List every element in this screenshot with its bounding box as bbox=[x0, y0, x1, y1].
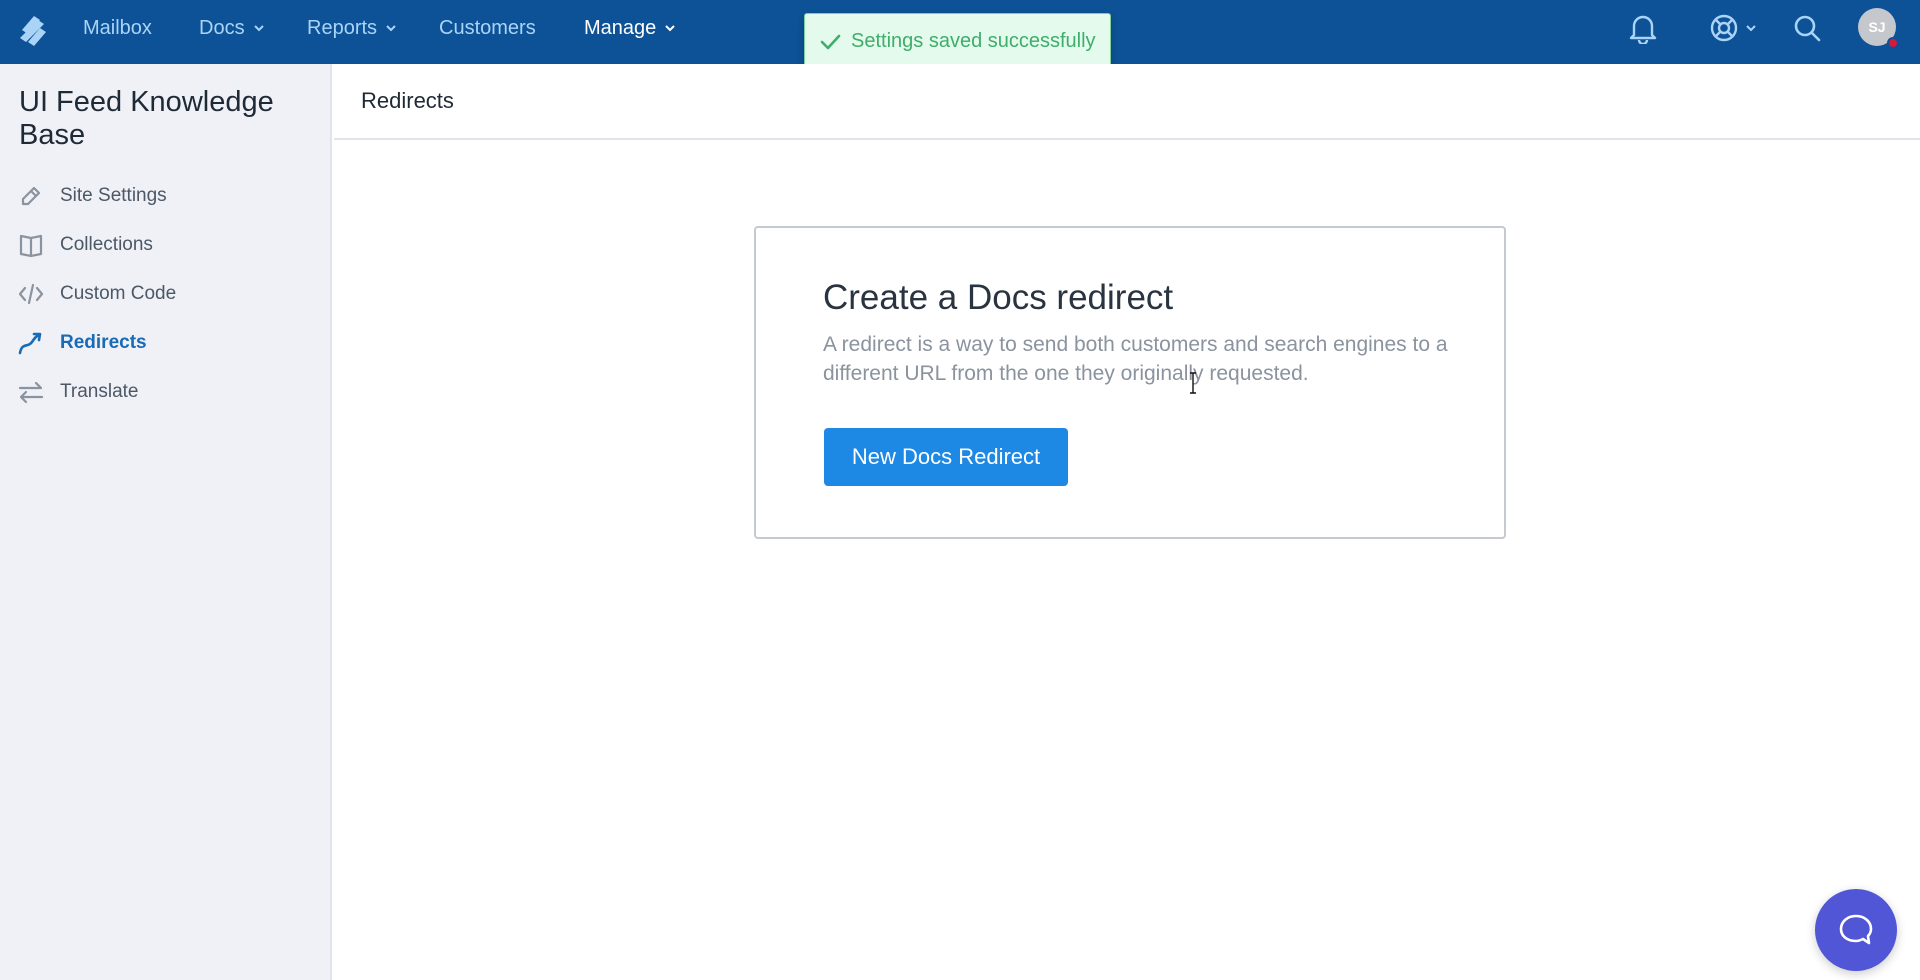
code-icon bbox=[18, 281, 44, 307]
avatar-initials: SJ bbox=[1868, 19, 1886, 35]
nav-customers-label: Customers bbox=[439, 17, 536, 39]
chevron-down-icon bbox=[1746, 25, 1756, 32]
nav-reports[interactable]: Reports bbox=[307, 0, 397, 56]
knowledge-base-title: UI Feed Knowledge Base bbox=[19, 86, 274, 151]
help-menu-button[interactable] bbox=[1709, 10, 1757, 46]
nav-customers[interactable]: Customers bbox=[439, 0, 536, 56]
sidebar-item-custom-code[interactable]: Custom Code bbox=[18, 278, 176, 310]
nav-manage-label: Manage bbox=[584, 17, 657, 39]
page-title: Redirects bbox=[361, 88, 454, 113]
nav-mailbox-label: Mailbox bbox=[83, 17, 152, 39]
check-icon bbox=[820, 34, 841, 49]
chat-bubble-icon bbox=[1839, 914, 1873, 945]
sidebar-item-label: Custom Code bbox=[60, 283, 177, 304]
status-indicator bbox=[1887, 37, 1899, 49]
nav-manage[interactable]: Manage bbox=[584, 0, 676, 56]
sidebar-item-label: Redirects bbox=[60, 332, 147, 353]
sidebar-item-translate[interactable]: Translate bbox=[18, 376, 139, 408]
nav-mailbox[interactable]: Mailbox bbox=[83, 0, 152, 56]
chat-widget-button[interactable] bbox=[1815, 889, 1897, 971]
nav-docs[interactable]: Docs bbox=[199, 0, 265, 56]
chevron-down-icon bbox=[253, 25, 264, 32]
nav-reports-label: Reports bbox=[307, 17, 378, 39]
search-button[interactable] bbox=[1793, 10, 1821, 46]
swap-arrows-icon bbox=[18, 379, 44, 405]
search-icon bbox=[1794, 15, 1821, 42]
notifications-button[interactable] bbox=[1628, 10, 1658, 46]
user-avatar[interactable]: SJ bbox=[1858, 8, 1899, 49]
helpscout-logo-icon[interactable] bbox=[18, 12, 50, 52]
chevron-down-icon bbox=[386, 25, 396, 32]
sidebar-item-label: Site Settings bbox=[60, 185, 167, 206]
page-header: Redirects bbox=[334, 64, 1920, 140]
help-lifebuoy-icon bbox=[1710, 14, 1738, 42]
sidebar-item-redirects[interactable]: Redirects bbox=[18, 327, 147, 359]
sidebar-item-collections[interactable]: Collections bbox=[18, 229, 153, 261]
pencil-icon bbox=[18, 183, 44, 209]
sidebar: UI Feed Knowledge Base Site Settings Col… bbox=[0, 64, 332, 980]
bell-icon bbox=[1629, 15, 1657, 44]
book-icon bbox=[18, 232, 44, 258]
sidebar-item-label: Collections bbox=[60, 234, 153, 255]
card-heading: Create a Docs redirect bbox=[823, 278, 1174, 317]
sidebar-item-site-settings[interactable]: Site Settings bbox=[18, 180, 167, 212]
sidebar-item-label: Translate bbox=[60, 381, 139, 402]
redirect-arrow-icon bbox=[18, 330, 44, 356]
create-redirect-card: Create a Docs redirect A redirect is a w… bbox=[754, 226, 1506, 539]
success-toast: Settings saved successfully bbox=[804, 13, 1111, 70]
card-description: A redirect is a way to send both custome… bbox=[823, 333, 1448, 385]
nav-docs-label: Docs bbox=[199, 17, 245, 39]
toast-message: Settings saved successfully bbox=[851, 30, 1096, 52]
text-cursor-icon bbox=[1190, 372, 1196, 394]
chevron-down-icon bbox=[665, 25, 675, 32]
new-docs-redirect-button[interactable]: New Docs Redirect bbox=[824, 428, 1068, 486]
